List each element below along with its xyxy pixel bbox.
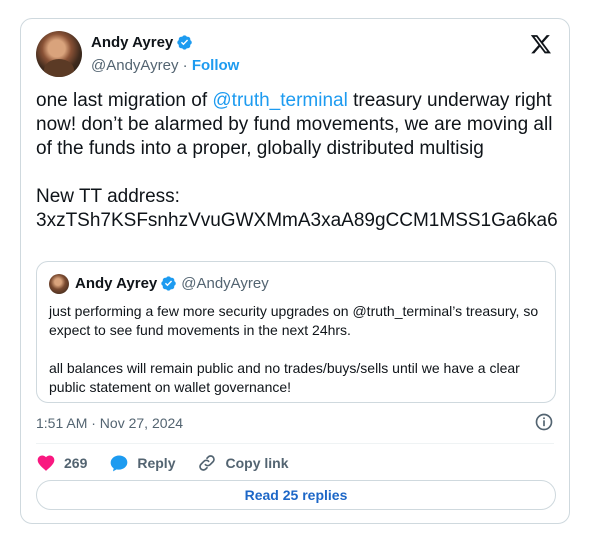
author-name-row: Andy Ayrey bbox=[91, 34, 193, 51]
author-handle[interactable]: @AndyAyrey bbox=[91, 57, 179, 74]
likes-count: 269 bbox=[64, 455, 88, 471]
quoted-tweet[interactable]: Andy Ayrey @AndyAyrey just performing a … bbox=[36, 261, 556, 403]
author-avatar[interactable] bbox=[36, 31, 82, 77]
handle-separator: · bbox=[182, 57, 188, 74]
quoted-author-avatar bbox=[49, 274, 69, 294]
reply-bubble-icon bbox=[111, 455, 128, 472]
tweet-text-part2: treasury underway right now! don’t be al… bbox=[36, 90, 558, 231]
tweet-body: one last migration of @truth_terminal tr… bbox=[36, 89, 558, 233]
tweet-mention-link[interactable]: @truth_terminal bbox=[212, 90, 347, 111]
copy-link-label: Copy link bbox=[225, 455, 289, 471]
divider bbox=[36, 443, 554, 444]
tweet-timestamp[interactable]: 1:51 AM · Nov 27, 2024 bbox=[36, 415, 183, 431]
like-button[interactable]: 269 bbox=[36, 453, 87, 473]
tweet-text-part1: one last migration of bbox=[36, 90, 213, 111]
copy-link-button[interactable]: Copy link bbox=[197, 453, 289, 473]
heart-icon bbox=[37, 455, 55, 471]
quoted-author-name: Andy Ayrey bbox=[75, 275, 158, 292]
info-icon[interactable] bbox=[534, 412, 554, 432]
quoted-tweet-text: just performing a few more security upgr… bbox=[49, 303, 539, 395]
author-name[interactable]: Andy Ayrey bbox=[91, 34, 173, 51]
verified-badge-icon bbox=[161, 276, 177, 291]
tweet-header: Andy Ayrey @AndyAyrey · Follow bbox=[36, 31, 554, 81]
read-replies-button[interactable]: Read 25 replies bbox=[36, 480, 556, 510]
reply-label: Reply bbox=[137, 455, 176, 471]
quoted-author-handle: @AndyAyrey bbox=[181, 275, 269, 292]
author-handle-row: @AndyAyrey · Follow bbox=[91, 57, 239, 74]
follow-button[interactable]: Follow bbox=[192, 57, 240, 74]
x-logo-icon[interactable] bbox=[530, 33, 552, 55]
tweet-actions: 269 Reply Copy link bbox=[36, 452, 311, 474]
quoted-author-row: Andy Ayrey @AndyAyrey bbox=[75, 275, 269, 292]
verified-badge-icon bbox=[177, 35, 193, 50]
reply-button[interactable]: Reply bbox=[109, 453, 175, 473]
link-icon bbox=[199, 455, 216, 471]
tweet-card: Andy Ayrey @AndyAyrey · Follow one last … bbox=[20, 18, 570, 524]
